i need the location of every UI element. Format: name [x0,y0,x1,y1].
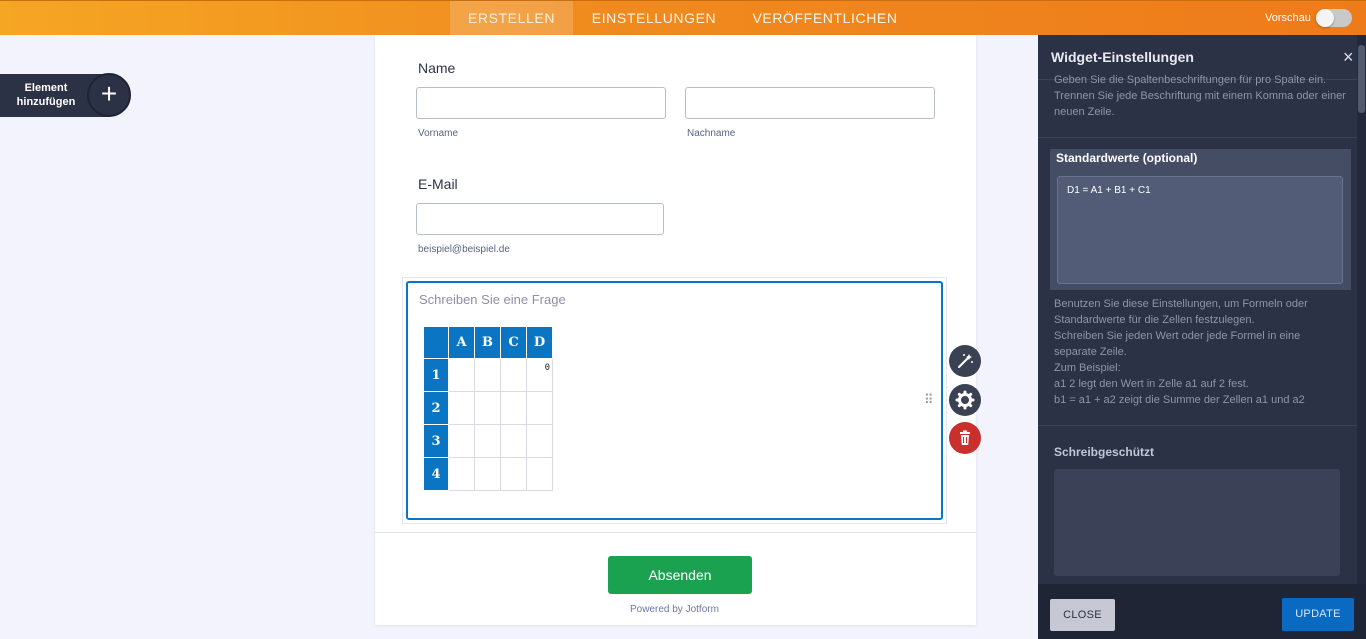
top-navigation-bar: ERSTELLEN EINSTELLUNGEN VERÖFFENTLICHEN … [0,0,1366,36]
help-line: a1 2 legt den Wert in Zelle a1 auf 2 fes… [1054,378,1249,390]
column-labels-help-text: Geben Sie die Spaltenbeschriftungen für … [1054,74,1346,118]
row-header: 2 [423,391,449,425]
corner-header [423,326,449,359]
spreadsheet-question[interactable]: Schreiben Sie eine Frage A B C D 1 0 2 3… [403,278,946,523]
panel-title: Widget-Einstellungen [1051,49,1194,65]
row-header: 4 [423,457,449,491]
grid-cell[interactable] [526,457,553,491]
grid-cell[interactable] [474,457,501,491]
powered-by-text[interactable]: Powered by Jotform [630,604,719,615]
panel-divider [1038,137,1358,138]
email-sublabel: beispiel@beispiel.de [418,244,510,255]
default-values-title: Standardwerte (optional) [1056,151,1198,165]
tab-erstellen[interactable]: ERSTELLEN [450,1,573,36]
tab-veroeffentlichen[interactable]: VERÖFFENTLICHEN [740,1,910,36]
grid-cell[interactable] [474,358,501,392]
gear-icon[interactable] [949,384,981,416]
readonly-textarea[interactable] [1054,469,1340,576]
help-line: Standardwerte für die Zellen festzulegen… [1054,314,1255,326]
column-labels-help: Geben Sie die Spaltenbeschriftungen für … [1054,72,1354,120]
name-label: Name [418,60,456,76]
trash-icon[interactable] [949,422,981,454]
question-text[interactable]: Schreiben Sie eine Frage [419,292,566,307]
widget-settings-panel: Widget-Einstellungen × Geben Sie die Spa… [1038,35,1366,639]
grid-cell[interactable] [500,424,527,458]
panel-footer: CLOSE UPDATE [1038,584,1366,639]
grid-cell[interactable] [448,457,475,491]
form-divider [375,532,976,533]
grid-cell[interactable] [500,358,527,392]
close-button[interactable]: CLOSE [1050,599,1115,631]
panel-divider [1038,425,1358,426]
last-name-input[interactable] [685,87,935,119]
scrollbar-thumb[interactable] [1358,45,1365,113]
formula-help: Benutzen Sie diese Einstellungen, um For… [1054,296,1354,408]
row-header: 1 [423,358,449,392]
spreadsheet-grid: A B C D 1 0 2 3 4 [423,326,553,491]
grid-cell[interactable] [526,391,553,425]
grid-cell[interactable] [448,358,475,392]
grid-cell[interactable]: 0 [526,358,553,392]
grid-cell[interactable] [526,424,553,458]
submit-button[interactable]: Absenden [608,556,752,594]
tab-einstellungen[interactable]: EINSTELLUNGEN [580,1,728,36]
toggle-knob [1316,9,1334,27]
column-header: D [526,326,553,359]
default-values-textarea[interactable]: D1 = A1 + B1 + C1 [1057,176,1343,284]
readonly-title: Schreibgeschützt [1054,445,1155,459]
help-line: b1 = a1 + a2 zeigt die Summe der Zellen … [1054,394,1305,406]
first-name-input[interactable] [416,87,666,119]
help-line: Zum Beispiel: [1054,362,1121,374]
grid-cell[interactable] [474,424,501,458]
plus-icon[interactable]: + [87,73,131,117]
grid-cell[interactable] [448,424,475,458]
preview-label: Vorschau [1265,12,1311,24]
help-line: Schreiben Sie jeden Wert oder jede Forme… [1054,330,1301,342]
email-label: E-Mail [418,176,458,192]
add-element-button[interactable]: Element hinzufügen + [0,73,131,117]
grid-cell[interactable] [474,391,501,425]
grid-cell[interactable] [500,457,527,491]
panel-scrollbar[interactable] [1357,35,1366,584]
help-line: separate Zeile. [1054,346,1127,358]
column-header: A [448,326,475,359]
grid-cell[interactable] [500,391,527,425]
help-line: Benutzen Sie diese Einstellungen, um For… [1054,298,1308,310]
first-name-sublabel: Vorname [418,128,459,139]
magic-wand-icon[interactable] [949,345,981,377]
drag-handle-icon[interactable]: ⠿ [924,393,934,407]
preview-toggle[interactable] [1316,9,1352,27]
close-icon[interactable]: × [1343,47,1354,68]
column-header: B [474,326,501,359]
add-element-label: Element hinzufügen [16,82,76,108]
last-name-sublabel: Nachname [687,128,736,139]
column-header: C [500,326,527,359]
question-selected-outline: Schreiben Sie eine Frage A B C D 1 0 2 3… [406,281,943,520]
default-values-section: Standardwerte (optional) D1 = A1 + B1 + … [1050,149,1351,290]
update-button[interactable]: UPDATE [1282,598,1354,631]
row-header: 3 [423,424,449,458]
email-input[interactable] [416,203,664,235]
grid-cell[interactable] [448,391,475,425]
